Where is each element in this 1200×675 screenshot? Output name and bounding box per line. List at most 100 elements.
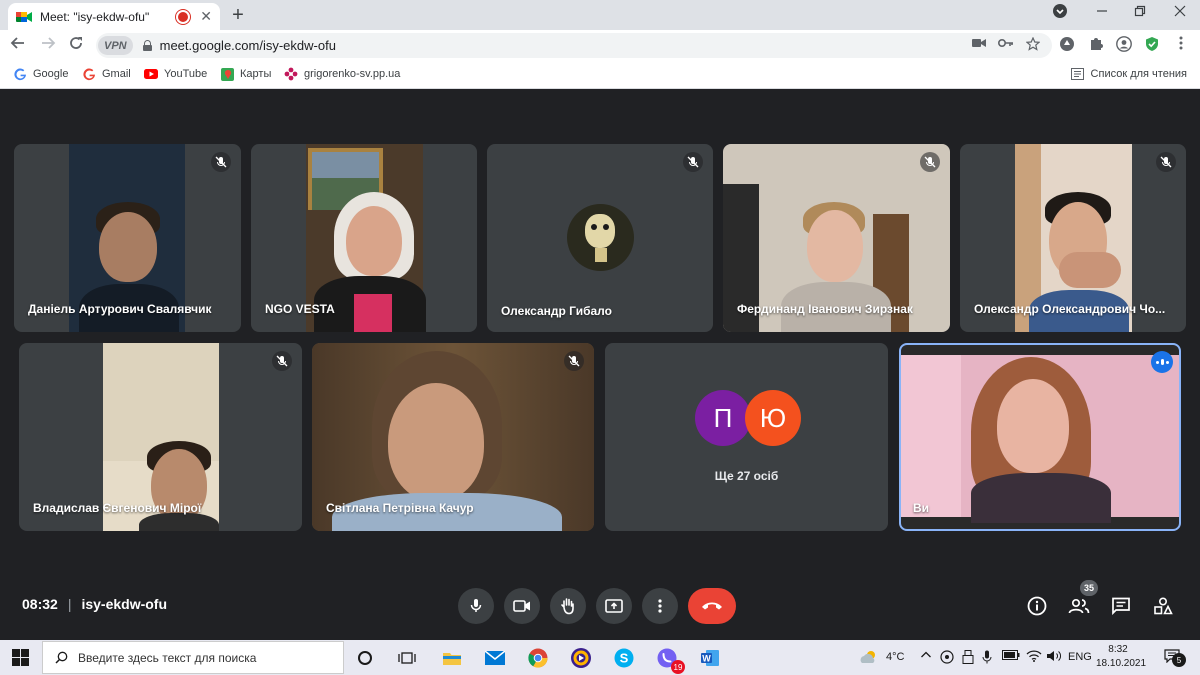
browser-menu-icon[interactable] <box>1172 36 1190 53</box>
reload-icon[interactable] <box>66 35 86 56</box>
bookmark-label: grigorenko-sv.pp.ua <box>304 68 401 80</box>
people-button[interactable] <box>1066 593 1092 619</box>
recording-indicator-icon <box>178 11 189 22</box>
file-explorer-icon[interactable] <box>440 646 464 670</box>
svg-text:W: W <box>702 654 711 664</box>
bookmark-google[interactable]: Google <box>13 67 68 81</box>
reading-list-icon <box>1071 67 1085 81</box>
more-participants-tile[interactable]: П Ю Ще 27 осіб <box>605 343 888 531</box>
extensions-puzzle-icon[interactable] <box>1087 36 1105 55</box>
svg-text:S: S <box>620 651 629 666</box>
bookmark-maps[interactable]: Карты <box>220 67 271 81</box>
cortana-circle-icon[interactable] <box>353 646 377 670</box>
info-icon <box>1027 596 1047 616</box>
reading-list-label: Список для чтения <box>1090 68 1187 80</box>
mail-icon[interactable] <box>483 646 507 670</box>
participant-name: Світлана Петрівна Качур <box>326 501 474 515</box>
bookmarks-bar: Google Gmail YouTube Карты grigorenko-sv… <box>0 61 1200 89</box>
leave-call-button[interactable] <box>688 588 736 624</box>
browser-toolbar: VPN meet.google.com/isy-ekdw-ofu <box>0 30 1200 61</box>
google-icon <box>82 67 96 81</box>
chat-button[interactable] <box>1108 593 1134 619</box>
meeting-details: 08:32 | isy-ekdw-ofu <box>22 596 167 612</box>
camera-in-use-icon[interactable] <box>972 37 986 52</box>
temperature-label: 4°C <box>886 651 905 663</box>
close-window-icon[interactable] <box>1170 4 1190 20</box>
present-screen-button[interactable] <box>596 588 632 624</box>
battery-icon[interactable] <box>1002 650 1020 663</box>
participant-tile[interactable]: NGO VESTA <box>251 144 477 332</box>
activities-button[interactable] <box>1150 593 1176 619</box>
participant-name: Олександр Гибало <box>501 304 612 318</box>
chat-icon <box>1112 597 1130 615</box>
clock-time: 8:32 <box>1108 644 1128 655</box>
lock-icon[interactable] <box>142 40 152 51</box>
system-clock[interactable]: 8:32 18.10.2021 <box>1096 643 1146 671</box>
participant-tile[interactable]: Світлана Петрівна Качур <box>312 343 594 531</box>
camera-button[interactable] <box>504 588 540 624</box>
browser-app-icon[interactable] <box>569 646 593 670</box>
microphone-icon <box>470 599 482 612</box>
participant-name: Владислав Євгенович Мірої <box>33 501 202 515</box>
meeting-time: 08:32 <box>22 596 58 612</box>
url-text[interactable]: meet.google.com/isy-ekdw-ofu <box>160 38 336 53</box>
bookmark-label: Gmail <box>102 68 131 80</box>
bookmark-gmail[interactable]: Gmail <box>82 67 131 81</box>
bookmark-star-icon[interactable] <box>1025 36 1041 54</box>
notifications-icon[interactable]: 5 <box>1164 649 1186 667</box>
maps-icon <box>220 67 234 81</box>
address-bar[interactable]: VPN meet.google.com/isy-ekdw-ofu <box>96 33 1052 58</box>
participant-tile[interactable]: Олександр Гибало <box>487 144 713 332</box>
hang-up-icon <box>702 602 722 610</box>
present-screen-icon <box>605 599 623 613</box>
bookmark-grigorenko[interactable]: grigorenko-sv.pp.ua <box>284 67 400 81</box>
chrome-icon[interactable] <box>526 646 550 670</box>
new-tab-button[interactable]: + <box>228 4 248 27</box>
wifi-icon[interactable] <box>1026 650 1042 665</box>
activities-shapes-icon <box>1154 597 1173 615</box>
profile-icon[interactable] <box>1115 36 1133 55</box>
participant-tile[interactable]: Олександр Олександрович Чо... <box>960 144 1186 332</box>
meeting-info-button[interactable] <box>1024 593 1050 619</box>
onedrive-icon[interactable] <box>940 650 954 667</box>
windows-start-icon[interactable] <box>12 649 29 666</box>
extension-shield-icon[interactable] <box>1058 36 1076 55</box>
mic-off-icon <box>211 152 231 172</box>
raise-hand-button[interactable] <box>550 588 586 624</box>
minimize-window-icon[interactable] <box>1092 4 1112 20</box>
usb-device-icon[interactable] <box>962 650 974 667</box>
more-options-button[interactable] <box>642 588 678 624</box>
reading-list-button[interactable]: Список для чтения <box>1071 67 1187 81</box>
tab-close-icon[interactable]: ✕ <box>200 8 212 25</box>
mic-off-icon <box>272 351 292 371</box>
bookmark-label: YouTube <box>164 68 208 80</box>
tab-search-icon[interactable] <box>1050 4 1070 21</box>
youtube-icon <box>144 67 158 81</box>
details-separator: | <box>67 596 72 612</box>
skype-icon[interactable]: S <box>612 646 636 670</box>
participant-tile[interactable]: Даніель Артурович Свалявчик <box>14 144 241 332</box>
microphone-button[interactable] <box>458 588 494 624</box>
weather-cloud-icon[interactable] <box>858 650 880 667</box>
key-icon[interactable] <box>997 37 1014 52</box>
meet-favicon-icon <box>16 10 32 24</box>
participant-name: Фердинанд Іванович Зирзнак <box>737 302 913 316</box>
microphone-tray-icon[interactable] <box>982 650 992 667</box>
viber-icon[interactable]: 19 <box>655 646 685 674</box>
vpn-badge[interactable]: VPN <box>98 36 133 55</box>
browser-tab-meet[interactable]: Meet: "isy-ekdw-ofu" ✕ <box>8 3 220 30</box>
task-view-icon[interactable] <box>395 646 419 670</box>
restore-window-icon[interactable] <box>1130 4 1150 20</box>
forward-arrow-icon[interactable] <box>38 35 58 56</box>
participant-tile[interactable]: Фердинанд Іванович Зирзнак <box>723 144 950 332</box>
volume-icon[interactable] <box>1046 650 1062 665</box>
show-hidden-icons-icon[interactable] <box>920 650 932 663</box>
back-arrow-icon[interactable] <box>8 35 28 56</box>
input-language[interactable]: ENG <box>1068 651 1092 663</box>
participant-name: NGO VESTA <box>265 302 335 316</box>
taskbar-search-box[interactable]: Введите здесь текст для поиска <box>42 641 344 674</box>
participant-tile[interactable]: Владислав Євгенович Мірої <box>19 343 302 531</box>
word-icon[interactable]: W <box>698 646 722 670</box>
bookmark-youtube[interactable]: YouTube <box>144 67 207 81</box>
adguard-shield-icon[interactable] <box>1143 36 1161 55</box>
